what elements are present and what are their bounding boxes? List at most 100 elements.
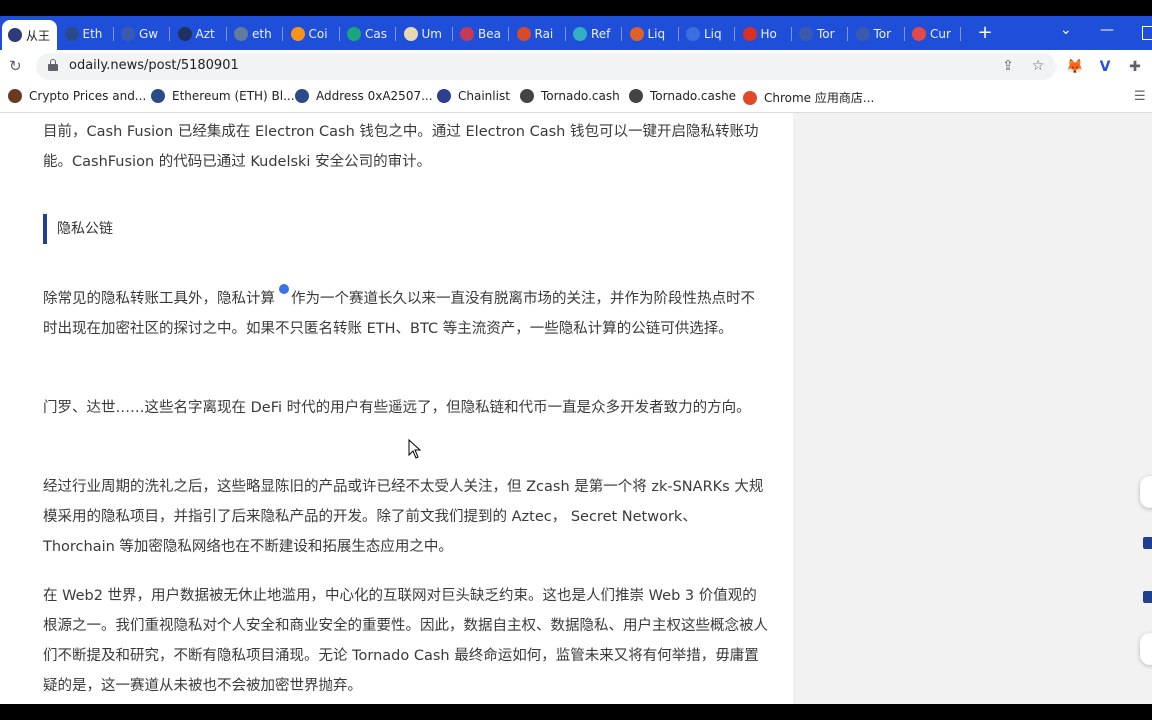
tab[interactable]: Eth — [59, 20, 114, 48]
bookmark-item[interactable]: Tornado.cash — [520, 89, 620, 103]
puzzle-icon[interactable]: ✚ — [1127, 59, 1143, 75]
bookmark-label: Ethereum (ETH) Bl... — [172, 89, 295, 103]
article-body: 目前，Cash Fusion 已经集成在 Electron Cash 钱包之中。… — [0, 113, 793, 704]
sidebar-area — [793, 113, 1152, 704]
tab-label: Cur — [930, 27, 951, 41]
bookmark-label: Crypto Prices and... — [29, 89, 147, 103]
bookmark-item[interactable]: Tornado.cashe — [629, 89, 736, 103]
tornado-icon — [855, 27, 870, 41]
curve-icon — [912, 27, 926, 41]
aztec-icon — [177, 27, 192, 41]
tab-separator — [395, 27, 396, 41]
tab[interactable]: Um — [398, 20, 453, 48]
tab-separator — [734, 27, 735, 41]
tab-label: Azt — [195, 27, 215, 41]
page-content: 目前，Cash Fusion 已经集成在 Electron Cash 钱包之中。… — [0, 113, 1152, 704]
tab[interactable]: Ho — [737, 20, 792, 48]
maximize-button[interactable] — [1142, 26, 1152, 40]
tab-label: Ho — [760, 27, 777, 41]
tab[interactable]: Cur — [906, 20, 961, 48]
extension-v-icon[interactable]: V — [1097, 59, 1113, 75]
bookmarks-bar: Crypto Prices and... Ethereum (ETH) Bl...… — [0, 82, 1152, 113]
tab-label: Tor — [817, 27, 835, 41]
tab-label: Gw — [139, 27, 159, 41]
tab-separator — [508, 27, 509, 41]
section-heading: 隐私公链 — [57, 221, 113, 237]
tab[interactable]: Liq — [680, 20, 735, 48]
chevron-down-icon[interactable]: ⌄ — [1060, 22, 1072, 38]
comment-icon[interactable] — [1140, 581, 1152, 613]
etherscan-icon — [151, 89, 165, 103]
round-icon — [8, 28, 22, 42]
tab-label: Um — [421, 27, 442, 41]
liq-icon — [629, 27, 644, 41]
heading-accent-bar — [43, 214, 47, 244]
floating-action-button[interactable] — [1140, 476, 1152, 508]
tab-label: 从王 — [26, 28, 51, 43]
tab-separator — [960, 27, 961, 41]
tab[interactable]: Liq — [624, 20, 679, 48]
new-tab-button[interactable]: + — [975, 23, 995, 43]
article-paragraph: 除常见的隐私转账工具外，隐私计算 作为一个赛道长久以来一直没有脱离市场的关注，并作… — [43, 284, 768, 344]
tab-separator — [225, 27, 227, 41]
tab[interactable]: Rai — [511, 20, 566, 48]
cash-icon — [347, 27, 361, 41]
article-paragraph: 经过行业周期的洗礼之后，这些略显陈旧的产品或许已经不太受人关注，但 Zcash … — [43, 479, 764, 555]
bookmark-label: Address 0xA2507... — [316, 89, 433, 103]
share-icon[interactable]: ⇪ — [1000, 58, 1016, 74]
back-to-top-button[interactable] — [1140, 633, 1152, 665]
liq-blue-icon — [686, 27, 700, 41]
tornado-icon — [629, 89, 643, 103]
metamask-icon[interactable]: 🦊 — [1066, 59, 1083, 75]
tab-separator — [169, 27, 170, 41]
bookmark-item[interactable]: Chrome 应用商店... — [743, 89, 874, 106]
tab[interactable]: 从王 — [2, 20, 57, 50]
reload-icon[interactable]: ↻ — [9, 58, 25, 74]
tab[interactable]: Coi — [285, 20, 340, 48]
bookmark-label: Tornado.cash — [541, 89, 620, 103]
reading-list-icon[interactable]: ☰ — [1134, 90, 1148, 104]
tab[interactable]: eth — [228, 20, 283, 48]
tab-label: eth — [252, 27, 272, 41]
chainlist-icon — [437, 89, 451, 103]
bookmark-item[interactable]: Chainlist — [437, 89, 510, 103]
ref-icon — [573, 27, 587, 41]
tab[interactable]: Ref — [567, 20, 622, 48]
tab[interactable]: Gw — [115, 20, 170, 48]
star-icon[interactable]: ☆ — [1030, 58, 1046, 74]
url-text[interactable]: odaily.news/post/5180901 — [69, 58, 239, 73]
tab-label: Liq — [704, 27, 722, 41]
tab-label: Eth — [82, 27, 103, 41]
tab-separator — [451, 27, 453, 41]
footnote-icon[interactable] — [279, 284, 289, 294]
tab-separator — [677, 27, 679, 41]
lock-icon[interactable] — [48, 59, 58, 71]
tab[interactable]: Tor — [850, 20, 905, 48]
webstore-icon — [743, 90, 757, 105]
browser-toolbar: ↻ odaily.news/post/5180901 ⇪ ☆ 🦊 V ✚ — [0, 50, 1152, 82]
bookmark-item[interactable]: Address 0xA2507... — [295, 89, 433, 103]
share-icon[interactable] — [1140, 527, 1152, 559]
paragraph-text: 除常见的隐私转账工具外，隐私计算 — [43, 291, 275, 307]
bookmark-label: Chainlist — [458, 89, 510, 103]
tab[interactable]: Bea — [454, 20, 509, 48]
minimize-button[interactable]: — — [1100, 22, 1114, 38]
tab[interactable]: Tor — [793, 20, 848, 48]
tornado-icon — [799, 27, 813, 41]
etherscan-icon — [64, 27, 79, 41]
tab[interactable]: Azt — [172, 20, 227, 48]
bookmark-item[interactable]: Ethereum (ETH) Bl... — [151, 89, 295, 103]
bookmark-label: Chrome 应用商店... — [764, 91, 875, 105]
bookmark-item[interactable]: Crypto Prices and... — [8, 89, 146, 103]
rai-icon — [516, 27, 531, 41]
tab[interactable]: Cas — [341, 20, 396, 48]
tab-separator — [338, 27, 340, 41]
tab-separator — [621, 27, 622, 41]
article-paragraph: 门罗、达世……这些名字离现在 DeFi 时代的用户有些遥远了，但隐私链和代币一直… — [43, 400, 751, 416]
address-bar[interactable]: odaily.news/post/5180901 ⇪ ☆ — [36, 53, 1056, 80]
tab-separator — [903, 27, 905, 41]
coinmarketcap-icon — [8, 89, 22, 103]
tab-label: Tor — [873, 27, 892, 41]
tab-label: Bea — [478, 27, 501, 41]
um-icon — [403, 27, 418, 41]
